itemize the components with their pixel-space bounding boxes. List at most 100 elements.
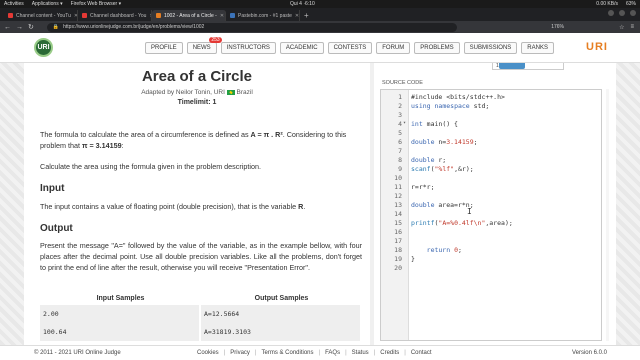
line-number: 4 (398, 120, 402, 128)
news-badge: 253 (209, 37, 222, 43)
line-number: 1 (398, 93, 402, 101)
language-button[interactable] (499, 63, 525, 69)
clock[interactable]: Qui 4 ·6:10 (290, 1, 315, 7)
input-samples-header: Input Samples (96, 295, 145, 302)
code-panel: 1002 SOURCE CODE 1#include <bits/stdc++.… (374, 63, 616, 345)
output-text: Present the message "A=" followed by the… (40, 241, 362, 272)
code-line[interactable]: 15 printf("A=%0.4lf\n",area); (381, 219, 601, 228)
line-number: 9 (398, 165, 402, 173)
reload-icon[interactable]: ↻ (28, 23, 34, 31)
code-text: double n=3.14159; (411, 138, 478, 146)
address-bar[interactable]: 🔒 https://www.urionlinejudge.com.br/judg… (46, 22, 457, 32)
line-number: 11 (394, 183, 402, 191)
bookmark-star-icon[interactable]: ☆ (619, 24, 624, 31)
code-text: printf("A=%0.4lf\n",area); (411, 219, 513, 227)
line-number: 10 (394, 174, 402, 182)
code-line[interactable]: 13 double area=r*n; (381, 201, 601, 210)
version: Version 6.0.0 (571, 350, 607, 356)
menu-academic[interactable]: ACADEMIC (279, 42, 324, 54)
menu-profile[interactable]: PROFILE (145, 42, 183, 54)
footer-link-privacy[interactable]: Privacy (230, 350, 250, 356)
site-logo[interactable]: URI (34, 38, 53, 57)
timelimit: Timelimit: 1 (177, 99, 217, 106)
line-number: 20 (394, 264, 402, 272)
forward-icon[interactable]: → (16, 24, 23, 31)
code-line[interactable]: 1 #include <bits/stdc++.h> (381, 93, 601, 102)
code-line[interactable]: 17 (381, 237, 601, 246)
code-text: using namespace std; (411, 102, 490, 110)
browser-app-menu[interactable]: Firefox Web Browser ▾ (71, 1, 122, 7)
footer-link-terms[interactable]: Terms & Conditions (261, 350, 313, 356)
close-tab-icon[interactable]: ✕ (220, 13, 224, 19)
close-tab-icon[interactable]: ✕ (295, 13, 299, 19)
uri-brand[interactable]: URI (586, 41, 608, 53)
code-line[interactable]: 9 scanf("%lf",&r); (381, 165, 601, 174)
code-text: int main() { (411, 120, 458, 128)
code-line[interactable]: 20 (381, 264, 601, 273)
menu-submissions[interactable]: SUBMISSIONS (463, 42, 518, 54)
menu-ranks[interactable]: RANKS (521, 42, 554, 54)
code-line[interactable]: 4 ▾ int main() { (381, 120, 601, 129)
problem-calc-text: Calculate the area using the formula giv… (40, 162, 261, 171)
sample-output: A=12.5664 (201, 305, 360, 323)
code-line[interactable]: 6 double n=3.14159; (381, 138, 601, 147)
menu-contests[interactable]: CONTESTS (327, 42, 373, 54)
activities-button[interactable]: Activities (4, 1, 24, 7)
net-speed: 0.00 KB/s (596, 1, 618, 7)
zoom-level[interactable]: 176% (551, 24, 564, 30)
tab-youtube-content[interactable]: Channel content - YouTu ✕ (4, 10, 78, 21)
code-line[interactable]: 8 double r; (381, 156, 601, 165)
menu-forum[interactable]: FORUM (376, 42, 411, 54)
fold-arrow-icon[interactable]: ▾ (403, 120, 406, 126)
samples-table: Input Samples Output Samples 2.00 A=12.5… (40, 295, 362, 341)
new-tab-button[interactable]: + (304, 10, 309, 21)
lock-icon: 🔒 (52, 24, 60, 30)
battery-indicator[interactable]: 63% (626, 1, 636, 7)
code-line[interactable]: 10 (381, 174, 601, 183)
problem-author: Adapted by Neilor Tonin, URI Brazil (141, 89, 253, 96)
main-menu: PROFILE NEWS 253 INSTRUCTORS ACADEMIC CON… (145, 37, 554, 54)
code-line[interactable]: 16 (381, 228, 601, 237)
applications-menu[interactable]: Applications ▾ (32, 1, 63, 7)
menu-news[interactable]: NEWS 253 (186, 37, 222, 54)
line-number: 12 (394, 192, 402, 200)
editor-scrollbar[interactable] (606, 89, 609, 341)
code-line[interactable]: 19} (381, 255, 601, 264)
menu-icon[interactable]: ≡ (630, 24, 634, 31)
uri-icon (156, 13, 161, 18)
sample-row: 2.00 A=12.5664 (40, 305, 362, 323)
tab-pastebin[interactable]: Pastebin.com - #1 paste ✕ (226, 10, 300, 21)
text-cursor-icon: I (467, 207, 472, 216)
pastebin-icon (230, 13, 235, 18)
tab-uri-problem[interactable]: 1002 - Area of a Circle - ✕ (152, 10, 226, 21)
tab-youtube-dashboard[interactable]: Channel dashboard - You✕ (78, 10, 152, 21)
back-icon[interactable]: ← (4, 24, 11, 31)
close-window-button[interactable] (630, 10, 636, 16)
youtube-icon (82, 13, 87, 18)
code-line[interactable]: 14 (381, 210, 601, 219)
footer-link-credits[interactable]: Credits (380, 350, 399, 356)
code-line[interactable]: 2 using namespace std; (381, 102, 601, 111)
code-line[interactable]: 5 (381, 129, 601, 138)
code-line[interactable]: 3 (381, 111, 601, 120)
footer-link-faqs[interactable]: FAQs (325, 350, 340, 356)
maximize-button[interactable] (619, 10, 625, 16)
input-text: The input contains a value of floating p… (40, 202, 306, 211)
code-line[interactable]: 18 return 0; (381, 246, 601, 255)
youtube-icon (8, 13, 13, 18)
footer-link-status[interactable]: Status (352, 350, 369, 356)
code-line[interactable]: 12 (381, 192, 601, 201)
input-heading: Input (40, 183, 65, 194)
sample-input: 100.64 (40, 323, 199, 341)
code-editor[interactable]: 1 #include <bits/stdc++.h> 2 using namespac… (380, 89, 602, 341)
minimize-button[interactable] (608, 10, 614, 16)
code-text: return 0; (426, 246, 462, 254)
url-text: https://www.urionlinejudge.com.br/judge/… (63, 24, 205, 30)
menu-problems[interactable]: PROBLEMS (414, 42, 460, 54)
footer-link-cookies[interactable]: Cookies (197, 350, 219, 356)
menu-instructors[interactable]: INSTRUCTORS (220, 42, 276, 54)
output-heading: Output (40, 223, 73, 234)
code-line[interactable]: 11 r=r*r; (381, 183, 601, 192)
code-line[interactable]: 7 (381, 147, 601, 156)
footer-link-contact[interactable]: Contact (411, 350, 432, 356)
